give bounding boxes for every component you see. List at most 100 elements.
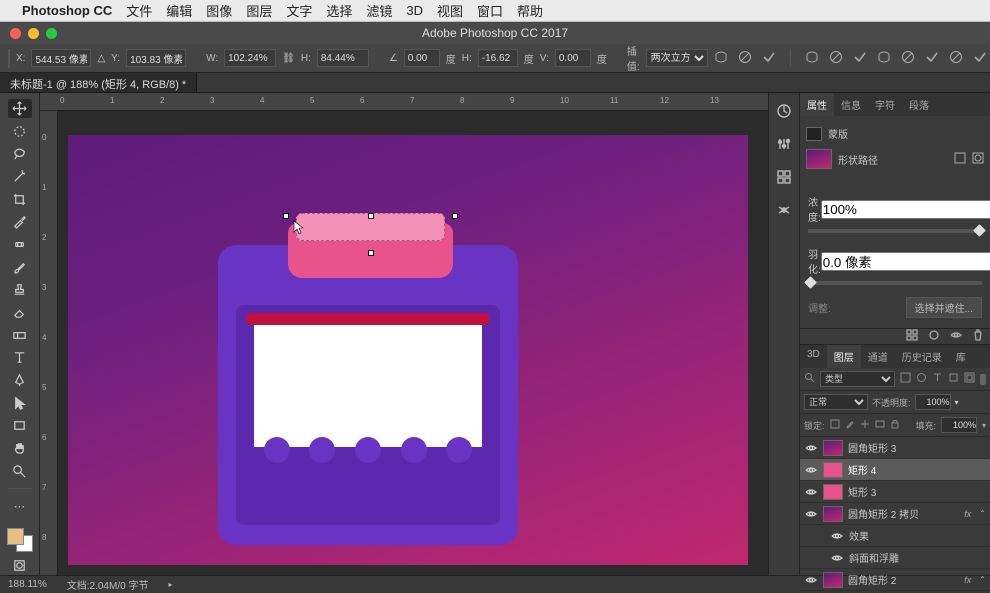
commit4-icon[interactable] [973, 50, 987, 67]
cancel4-icon[interactable] [949, 50, 963, 67]
visibility-icon[interactable] [830, 529, 844, 543]
warp3-icon[interactable] [877, 50, 891, 67]
lock-artboard-icon[interactable] [875, 419, 885, 431]
eyedropper-tool[interactable] [8, 212, 32, 231]
menu-image[interactable]: 图像 [206, 1, 232, 20]
tab-properties[interactable]: 属性 [800, 93, 834, 116]
document-tab[interactable]: 未标题-1 @ 188% (矩形 4, RGB/8) * [0, 73, 197, 92]
layer-effects-item[interactable]: 效果 [800, 525, 990, 547]
styles-icon[interactable] [776, 169, 792, 188]
edit-toolbar[interactable]: ⋯ [8, 497, 32, 516]
visibility-icon[interactable] [804, 507, 818, 521]
color-swatches[interactable] [7, 528, 33, 552]
visibility-icon[interactable] [804, 441, 818, 455]
cancel2-icon[interactable] [829, 50, 843, 67]
visibility-icon[interactable] [804, 573, 818, 587]
fx-badge[interactable]: fx [964, 575, 971, 585]
layer-effect-item[interactable]: 斜面和浮雕 [800, 547, 990, 569]
prop-icon-trash[interactable] [972, 329, 984, 344]
marquee-tool[interactable] [8, 122, 32, 141]
visibility-icon[interactable] [804, 463, 818, 477]
select-mask-button[interactable]: 选择并遮住... [906, 297, 982, 318]
app-name[interactable]: Photoshop CC [22, 3, 112, 18]
cancel-icon[interactable] [738, 50, 752, 67]
tab-library[interactable]: 库 [949, 345, 973, 368]
feather-slider[interactable] [808, 281, 982, 285]
lasso-tool[interactable] [8, 144, 32, 163]
visibility-icon[interactable] [804, 485, 818, 499]
hand-tool[interactable] [8, 439, 32, 458]
menu-view[interactable]: 视图 [437, 1, 463, 20]
blend-mode-select[interactable]: 正常 [804, 394, 868, 410]
search-icon[interactable] [804, 372, 815, 386]
gradient-tool[interactable] [8, 326, 32, 345]
canvas[interactable] [58, 111, 768, 575]
density-slider[interactable] [808, 229, 982, 233]
shape-mask-icon[interactable] [972, 152, 984, 167]
link-icon[interactable]: ⛓ [282, 53, 295, 64]
angle-input[interactable] [404, 49, 440, 67]
y-input[interactable] [126, 49, 186, 67]
tab-info[interactable]: 信息 [834, 93, 868, 116]
brush-tool[interactable] [8, 258, 32, 277]
transform-handle-tc[interactable] [368, 213, 374, 219]
layer-item[interactable]: 圆角矩形 2 fx⌃ [800, 569, 990, 591]
layer-item[interactable]: 矩形 3 [800, 481, 990, 503]
lock-brush-icon[interactable] [845, 419, 855, 431]
filter-adjust-icon[interactable] [916, 372, 927, 386]
delta-icon[interactable]: △ [97, 49, 105, 68]
fg-color-swatch[interactable] [7, 528, 24, 545]
prop-icon-2[interactable] [928, 329, 940, 344]
x-input[interactable] [31, 49, 91, 67]
lock-all-icon[interactable] [890, 419, 900, 431]
eraser-tool[interactable] [8, 303, 32, 322]
stamp-tool[interactable] [8, 280, 32, 299]
type-tool[interactable] [8, 348, 32, 367]
commit3-icon[interactable] [925, 50, 939, 67]
filter-shape-icon[interactable] [948, 372, 959, 386]
doc-size[interactable]: 文档:2.04M/0 字节 [67, 577, 149, 592]
filter-type-icon[interactable] [932, 372, 943, 386]
menu-3d[interactable]: 3D [406, 3, 423, 18]
zoom-level[interactable]: 188.11% [8, 579, 47, 590]
tab-channels[interactable]: 通道 [861, 345, 895, 368]
quick-mask-tool[interactable] [8, 556, 32, 575]
selected-rectangle[interactable] [288, 223, 453, 278]
adjustments-icon[interactable] [776, 136, 792, 155]
menu-type[interactable]: 文字 [286, 1, 312, 20]
warp-icon[interactable] [714, 50, 728, 67]
window-maximize[interactable] [46, 28, 57, 39]
transform-origin-icon[interactable] [8, 49, 10, 68]
skew-h-input[interactable] [478, 49, 518, 67]
tab-layers[interactable]: 图层 [827, 345, 861, 368]
window-minimize[interactable] [28, 28, 39, 39]
commit-icon[interactable] [762, 50, 776, 67]
filter-kind-select[interactable]: 类型 [820, 371, 895, 387]
density-input[interactable] [821, 200, 990, 219]
opacity-input[interactable] [915, 394, 951, 410]
warp2-icon[interactable] [805, 50, 819, 67]
menu-help[interactable]: 帮助 [517, 1, 543, 20]
fill-input[interactable] [941, 417, 977, 433]
menu-edit[interactable]: 编辑 [166, 1, 192, 20]
pen-tool[interactable] [8, 371, 32, 390]
menu-file[interactable]: 文件 [126, 1, 152, 20]
layer-item[interactable]: 圆角矩形 2 拷贝 fx⌃ [800, 503, 990, 525]
tab-paragraph[interactable]: 段落 [902, 93, 936, 116]
layer-item[interactable]: 圆角矩形 3 [800, 437, 990, 459]
settings-icon[interactable] [776, 202, 792, 221]
cancel3-icon[interactable] [901, 50, 915, 67]
prop-icon-eye[interactable] [950, 329, 962, 344]
commit2-icon[interactable] [853, 50, 867, 67]
lock-position-icon[interactable] [860, 419, 870, 431]
menu-layer[interactable]: 图层 [246, 1, 272, 20]
transform-handle-bc[interactable] [368, 250, 374, 256]
zoom-tool[interactable] [8, 462, 32, 481]
menu-select[interactable]: 选择 [326, 1, 352, 20]
transform-handle-tl[interactable] [283, 213, 289, 219]
layer-item[interactable]: 矩形 4 [800, 459, 990, 481]
tab-history[interactable]: 历史记录 [895, 345, 949, 368]
filter-image-icon[interactable] [900, 372, 911, 386]
skew-v-input[interactable] [555, 49, 591, 67]
path-select-tool[interactable] [8, 394, 32, 413]
